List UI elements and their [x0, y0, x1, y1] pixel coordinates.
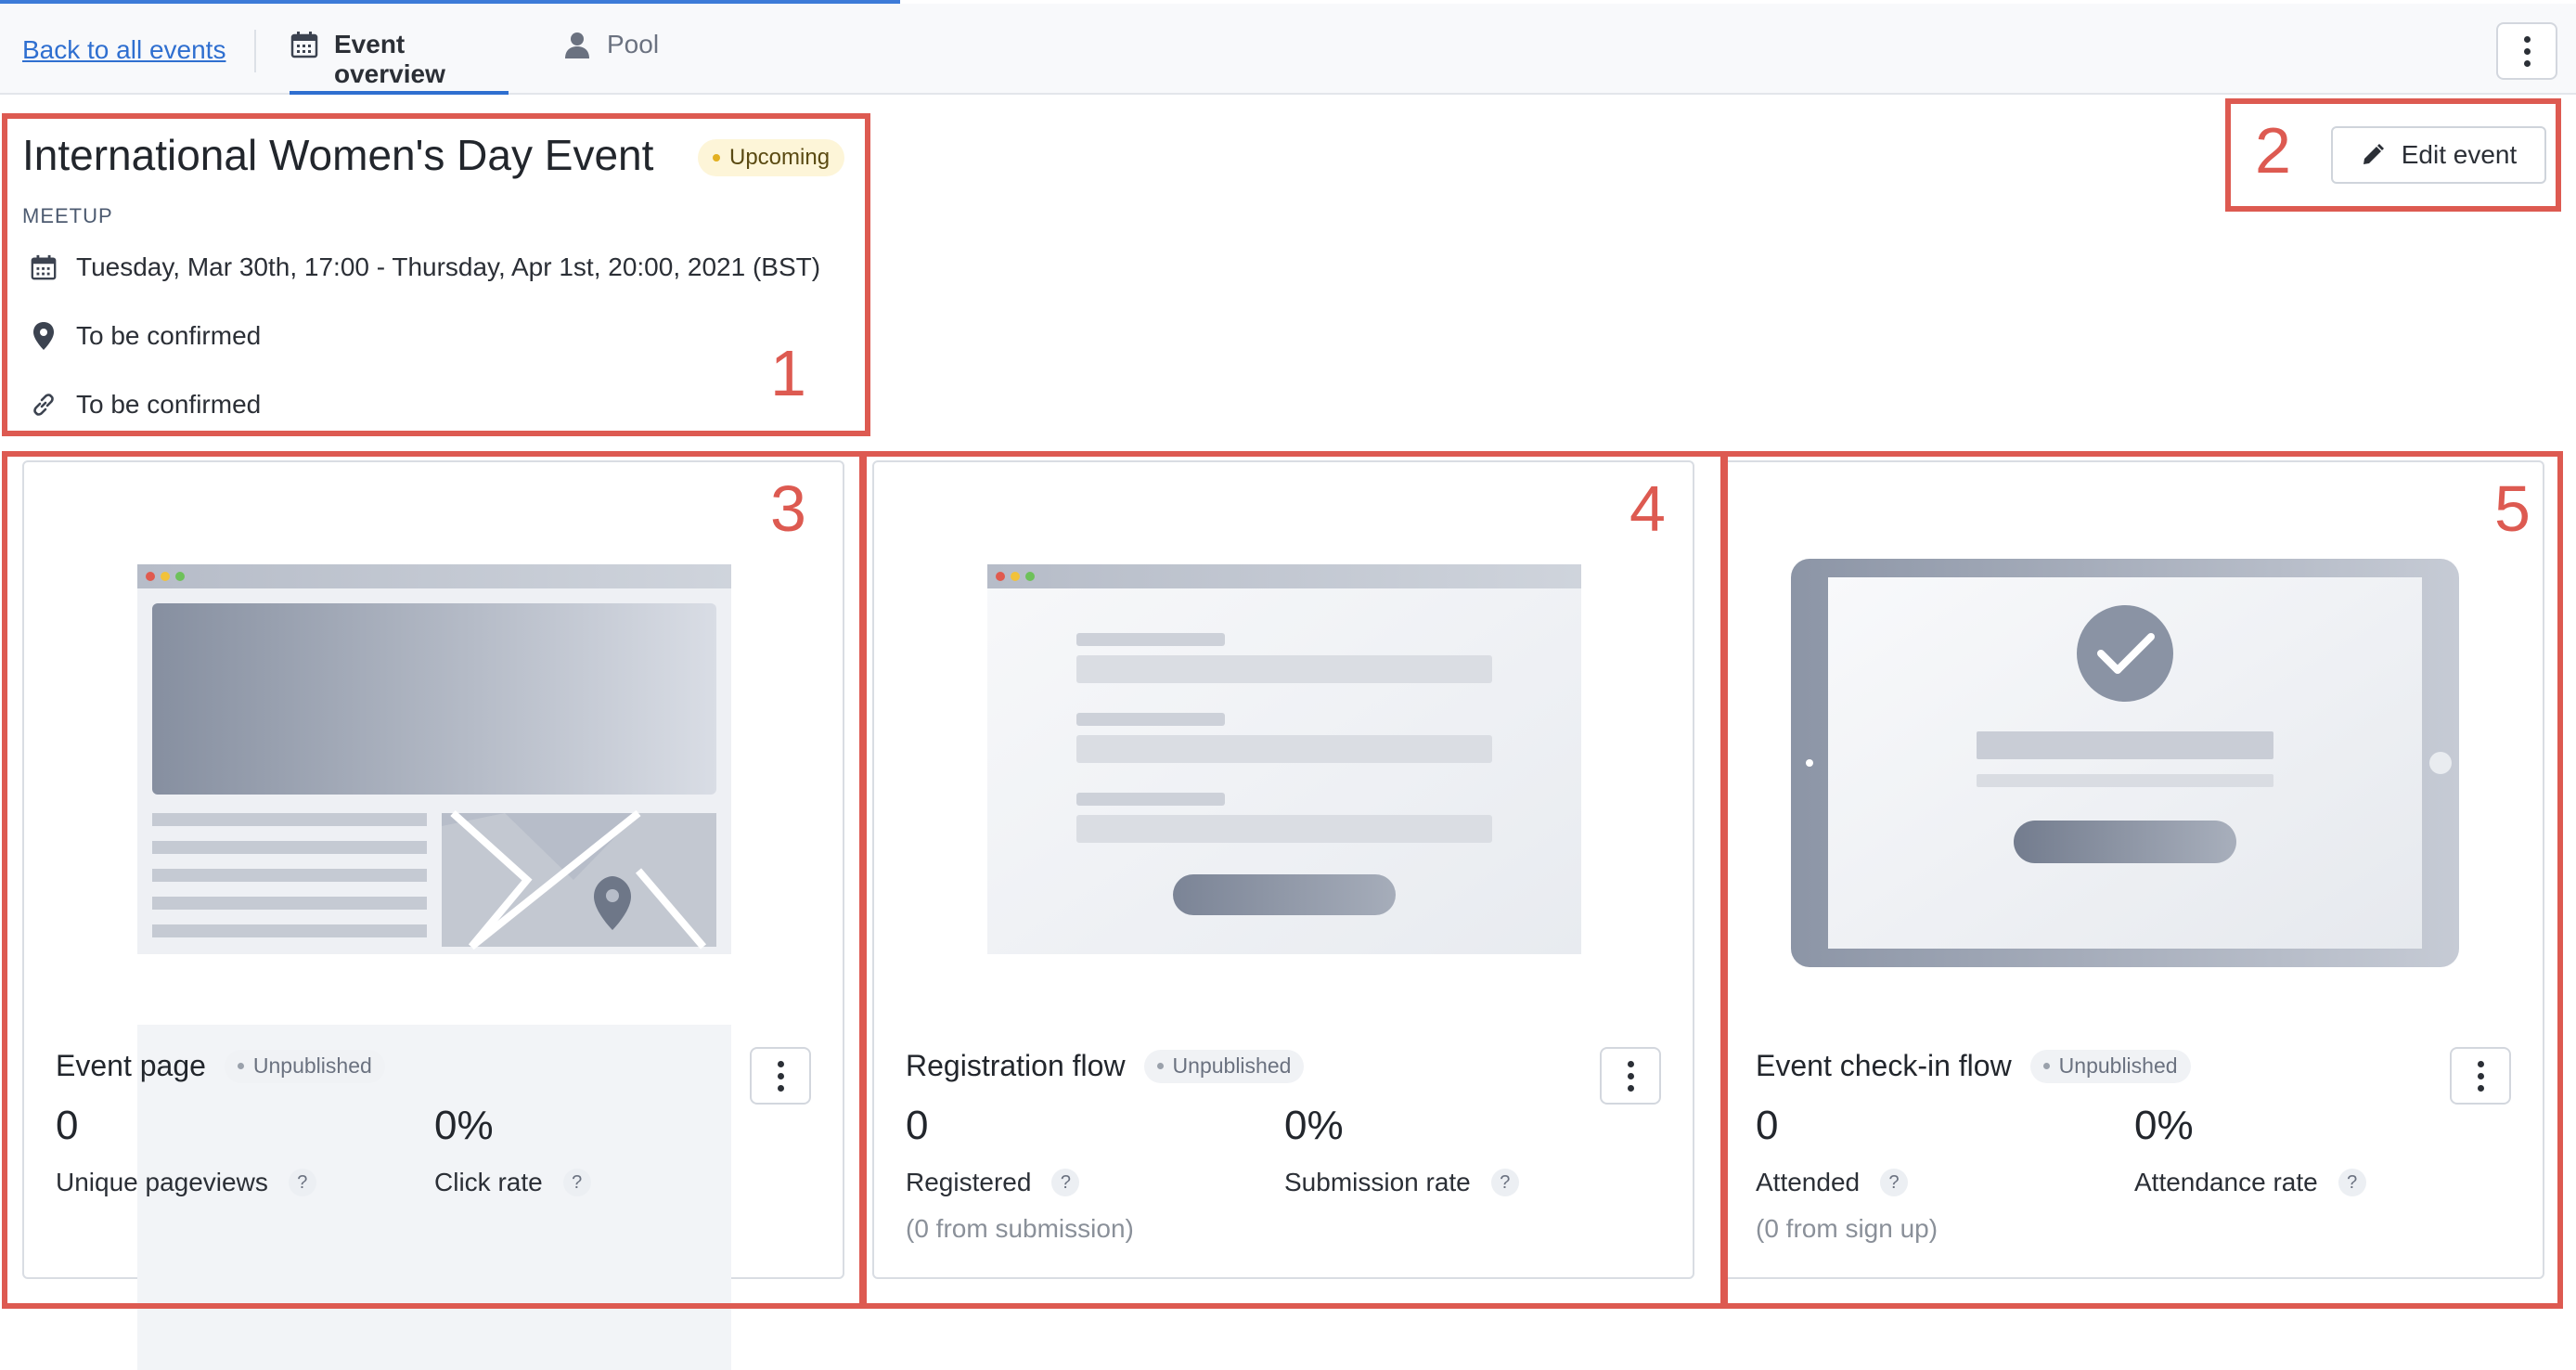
annotation-number: 2: [2255, 114, 2291, 187]
top-navigation-bar: Back to all events Event overview Pool: [0, 4, 2576, 95]
annotation-number: 1: [770, 337, 806, 409]
tab-pool[interactable]: Pool: [562, 30, 659, 95]
tab-event-overview[interactable]: Event overview: [290, 30, 509, 95]
nav-divider: [254, 30, 256, 72]
annotation-box: [2, 113, 870, 436]
annotation-box: [1722, 451, 2563, 1309]
tab-pool-label: Pool: [607, 30, 660, 58]
annotation-box: [2, 451, 865, 1309]
annotation-number: 5: [2494, 472, 2531, 545]
calendar-icon: [290, 32, 318, 58]
annotation-number: 4: [1629, 472, 1666, 545]
tab-event-overview-label: Event overview: [334, 30, 445, 88]
page-more-options-button[interactable]: [2496, 22, 2557, 80]
annotation-box: [861, 451, 1726, 1309]
kebab-dot: [2523, 47, 2531, 55]
back-to-all-events-link[interactable]: Back to all events: [22, 35, 225, 65]
kebab-dot: [2523, 35, 2531, 43]
annotation-number: 3: [770, 472, 806, 545]
kebab-dot: [2523, 59, 2531, 67]
person-icon: [565, 32, 589, 58]
